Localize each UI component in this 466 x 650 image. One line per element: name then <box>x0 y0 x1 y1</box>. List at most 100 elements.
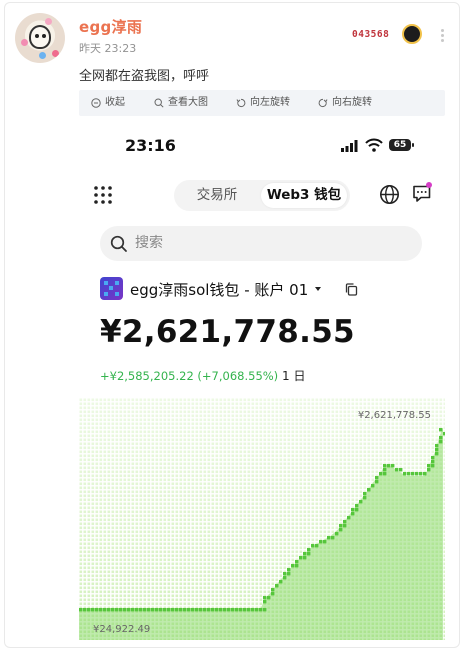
chart-line-point <box>395 468 399 472</box>
rotate-left-icon <box>236 98 246 108</box>
chart-max-label: ¥2,621,778.55 <box>358 410 431 421</box>
user-avatar[interactable] <box>15 13 65 63</box>
mode-tabs: 交易所 Web3 钱包 <box>174 180 350 211</box>
period-selector[interactable]: 1 日 <box>282 367 305 384</box>
chart-line-point <box>383 472 387 476</box>
chart-line-point <box>271 588 275 592</box>
chart-line-point <box>279 580 283 584</box>
chart-line-point <box>183 608 187 612</box>
chart-line-point <box>403 472 407 476</box>
chart-line-point <box>255 608 259 612</box>
chart-line-point <box>363 492 367 496</box>
rotate-right-label: 向右旋转 <box>332 97 372 108</box>
tab-web3-wallet[interactable]: Web3 钱包 <box>261 183 347 208</box>
chart-line-point <box>391 464 395 468</box>
chart-line-point <box>119 608 123 612</box>
chart-line-point <box>103 608 107 612</box>
chart-line-point <box>367 488 371 492</box>
chart-line-point <box>283 576 287 580</box>
chart-line-point <box>323 540 327 544</box>
chart-line-point <box>87 608 91 612</box>
chart-line-point <box>435 452 439 456</box>
chart-line-point <box>263 596 267 600</box>
chart-line-point <box>351 512 355 516</box>
chart-line-point <box>179 608 183 612</box>
fan-badge-number[interactable]: 043568 <box>352 29 389 40</box>
chart-line-point <box>259 608 263 612</box>
globe-icon[interactable] <box>379 184 400 205</box>
chart-line-point <box>411 472 415 476</box>
username-link[interactable]: egg淳雨 <box>79 16 142 37</box>
chart-line-end-point <box>439 428 443 432</box>
post-timestamp[interactable]: 昨天 23:23 <box>79 40 136 56</box>
rotate-left-label: 向左旋转 <box>250 97 290 108</box>
avatar-decoration <box>52 50 59 57</box>
chart-line-point <box>339 528 343 532</box>
grid-icon[interactable] <box>93 185 113 205</box>
chart-line-point <box>303 552 307 556</box>
chart-line-point <box>435 444 439 448</box>
chart-line-point <box>427 468 431 472</box>
chart-line-point <box>311 544 315 548</box>
chart-line-point <box>207 608 211 612</box>
chart-line-point <box>371 484 375 488</box>
collapse-icon <box>91 98 101 108</box>
chart-line-point <box>147 608 151 612</box>
chart-line-point <box>167 608 171 612</box>
chevron-down-icon[interactable] <box>315 287 321 291</box>
wallet-account-name[interactable]: egg淳雨sol钱包 - 账户 01 <box>130 279 308 300</box>
chart-line-point <box>223 608 227 612</box>
chart-line-point <box>203 608 207 612</box>
chart-line-point <box>375 476 379 480</box>
copy-icon[interactable] <box>345 283 358 296</box>
rotate-left-button[interactable]: 向左旋转 <box>236 90 290 116</box>
chart-line-point <box>423 472 427 476</box>
chart-line-point <box>283 572 287 576</box>
chart-line-point <box>199 608 203 612</box>
view-large-button[interactable]: 查看大图 <box>154 90 208 116</box>
chart-line-point <box>375 480 379 484</box>
chart-line-point <box>123 608 127 612</box>
chart-line-point <box>239 608 243 612</box>
chart-line-point <box>431 460 435 464</box>
chart-line-point <box>95 608 99 612</box>
tab-exchange[interactable]: 交易所 <box>182 180 252 211</box>
chart-line-point <box>427 464 431 468</box>
chart-line-point <box>235 608 239 612</box>
more-menu-icon[interactable] <box>441 39 444 42</box>
more-menu-icon[interactable] <box>441 29 444 32</box>
chart-line-point <box>231 608 235 612</box>
fan-badge-avatar[interactable] <box>402 24 422 44</box>
chart-line-point <box>227 608 231 612</box>
wallet-logo <box>100 277 123 300</box>
more-menu-icon[interactable] <box>441 34 444 37</box>
chart-line-point <box>151 608 155 612</box>
search-input[interactable]: 搜索 <box>100 226 422 261</box>
chart-line-point <box>263 608 267 612</box>
chart-line-point <box>195 608 199 612</box>
chart-line-point <box>315 544 319 548</box>
collapse-button[interactable]: 收起 <box>91 90 125 116</box>
chart-line-point <box>299 556 303 560</box>
image-toolbar: 收起 查看大图 向左旋转 向右旋转 <box>79 90 445 116</box>
embedded-screenshot[interactable]: 23:16 65 交易所 Web3 钱包 搜索 egg淳雨sol钱包 - 账户 … <box>79 124 445 640</box>
battery-indicator: 65 <box>389 139 411 151</box>
chart-line-point <box>263 600 267 604</box>
chart-line-point <box>343 520 347 524</box>
chart-line-point <box>271 592 275 596</box>
chart-line-point <box>251 608 255 612</box>
magnifier-icon <box>154 98 164 108</box>
rotate-right-icon <box>318 98 328 108</box>
chart-line-point <box>159 608 163 612</box>
chart-line-point <box>139 608 143 612</box>
chart-line-point <box>319 540 323 544</box>
avatar-face <box>29 25 51 49</box>
chart-line-point <box>359 500 363 504</box>
chart-line-point <box>111 608 115 612</box>
balance-chart: ¥2,621,778.55 ¥24,922.49 <box>79 398 445 640</box>
chart-line-point <box>211 608 215 612</box>
chart-line-point <box>243 608 247 612</box>
chart-line-point <box>335 532 339 536</box>
rotate-right-button[interactable]: 向右旋转 <box>318 90 372 116</box>
total-balance: ¥2,621,778.55 <box>100 314 355 350</box>
